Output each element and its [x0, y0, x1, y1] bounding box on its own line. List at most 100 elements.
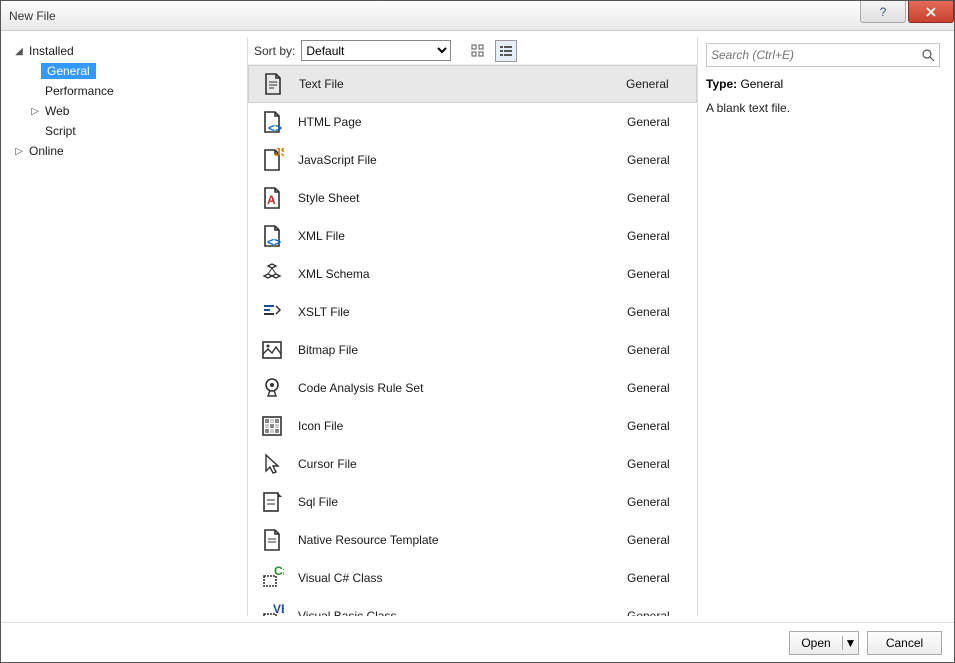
grid-view-icon: [471, 44, 485, 58]
category-tree[interactable]: ◢ Installed GeneralPerformance▷WebScript…: [7, 37, 247, 616]
template-row[interactable]: VBVisual Basic ClassGeneral: [248, 597, 697, 616]
svg-text:JS: JS: [274, 148, 284, 159]
text-file-icon: [259, 70, 287, 98]
template-category: General: [627, 305, 697, 319]
titlebar-buttons: ?: [860, 1, 954, 30]
view-medium-icons-button[interactable]: [467, 40, 489, 62]
svg-text:VB: VB: [273, 604, 284, 616]
search-input[interactable]: [711, 48, 921, 62]
template-name: Sql File: [298, 495, 627, 509]
template-row[interactable]: Cursor FileGeneral: [248, 445, 697, 483]
template-category: General: [627, 533, 697, 547]
cursor-file-icon: [258, 450, 286, 478]
visual-csharp-class-icon: C#: [258, 564, 286, 592]
open-button[interactable]: Open ▼: [789, 631, 859, 655]
template-name: XSLT File: [298, 305, 627, 319]
template-row[interactable]: Native Resource TemplateGeneral: [248, 521, 697, 559]
template-name: Style Sheet: [298, 191, 627, 205]
tree-label: Web: [41, 103, 73, 119]
expand-icon: ▷: [29, 106, 41, 117]
template-category: General: [627, 153, 697, 167]
template-name: Visual Basic Class: [298, 609, 627, 616]
xml-schema-icon: [258, 260, 286, 288]
template-name: Bitmap File: [298, 343, 627, 357]
tree-item-installed[interactable]: ◢ Installed: [11, 41, 240, 61]
template-row[interactable]: A Style SheetGeneral: [248, 179, 697, 217]
open-button-dropdown[interactable]: ▼: [842, 636, 858, 650]
style-sheet-icon: A: [258, 184, 286, 212]
native-resource-template-icon: [258, 526, 286, 554]
javascript-file-icon: JS: [258, 146, 286, 174]
tree-item-online[interactable]: ▷ Online: [11, 141, 240, 161]
template-row[interactable]: Code Analysis Rule SetGeneral: [248, 369, 697, 407]
dialog-footer: Open ▼ Cancel: [1, 622, 954, 662]
help-icon: ?: [877, 6, 889, 18]
sort-by-select[interactable]: Default: [301, 40, 451, 61]
svg-text:<>: <>: [267, 235, 281, 248]
search-box[interactable]: [706, 43, 940, 67]
detail-type: Type: General: [706, 77, 940, 91]
svg-text:<>: <>: [268, 121, 282, 134]
template-category: General: [627, 495, 697, 509]
template-row[interactable]: <> XML FileGeneral: [248, 217, 697, 255]
search-icon[interactable]: [921, 48, 935, 62]
close-icon: [925, 6, 937, 18]
template-row[interactable]: Sql FileGeneral: [248, 483, 697, 521]
template-category: General: [627, 229, 697, 243]
template-row[interactable]: JS JavaScript FileGeneral: [248, 141, 697, 179]
html-page-icon: <>: [258, 108, 286, 136]
template-pane: Sort by: Default Text FileGeneral<>HTML …: [247, 37, 698, 616]
template-category: General: [627, 571, 697, 585]
svg-text:?: ?: [880, 6, 887, 18]
expand-icon: ▷: [13, 146, 25, 157]
template-name: HTML Page: [298, 115, 627, 129]
icon-file-icon: [258, 412, 286, 440]
bitmap-file-icon: [258, 336, 286, 364]
sql-file-icon: [258, 488, 286, 516]
template-category: General: [627, 191, 697, 205]
tree-label: General: [41, 63, 96, 79]
tree-item-web[interactable]: ▷Web: [11, 101, 240, 121]
tree-item-general[interactable]: General: [11, 61, 240, 81]
xml-file-icon: <>: [258, 222, 286, 250]
svg-text:A: A: [267, 193, 276, 207]
template-category: General: [627, 381, 697, 395]
tree-label-online: Online: [25, 143, 68, 159]
visual-basic-class-icon: VB: [258, 602, 286, 616]
template-row[interactable]: <> HTML PageGeneral: [248, 103, 697, 141]
tree-label: Script: [41, 123, 80, 139]
template-name: Code Analysis Rule Set: [298, 381, 627, 395]
tree-item-performance[interactable]: Performance: [11, 81, 240, 101]
template-list[interactable]: Text FileGeneral<>HTML PageGeneralJSJava…: [248, 65, 697, 616]
details-pane: Type: General A blank text file.: [698, 37, 948, 616]
help-button[interactable]: ?: [860, 1, 906, 23]
dialog-body: ◢ Installed GeneralPerformance▷WebScript…: [1, 31, 954, 622]
cancel-button[interactable]: Cancel: [867, 631, 942, 655]
tree-label: Performance: [41, 83, 118, 99]
tree-item-script[interactable]: Script: [11, 121, 240, 141]
tree-label-installed: Installed: [25, 43, 78, 59]
template-row[interactable]: Icon FileGeneral: [248, 407, 697, 445]
view-small-icons-button[interactable]: [495, 40, 517, 62]
close-button[interactable]: [908, 1, 954, 23]
xslt-file-icon: [258, 298, 286, 326]
template-name: JavaScript File: [298, 153, 627, 167]
template-row[interactable]: Bitmap FileGeneral: [248, 331, 697, 369]
list-view-icon: [499, 44, 513, 58]
open-button-label: Open: [790, 636, 842, 650]
template-name: Icon File: [298, 419, 627, 433]
template-row[interactable]: Text FileGeneral: [248, 65, 697, 103]
template-row[interactable]: XML SchemaGeneral: [248, 255, 697, 293]
chevron-down-icon: ▼: [845, 636, 857, 650]
detail-type-label: Type:: [706, 77, 737, 91]
template-row[interactable]: C# Visual C# ClassGeneral: [248, 559, 697, 597]
svg-text:C#: C#: [274, 566, 284, 578]
template-category: General: [627, 115, 697, 129]
template-row[interactable]: XSLT FileGeneral: [248, 293, 697, 331]
cancel-button-label: Cancel: [886, 636, 923, 650]
template-category: General: [627, 267, 697, 281]
template-category: General: [627, 419, 697, 433]
template-name: Visual C# Class: [298, 571, 627, 585]
template-name: XML File: [298, 229, 627, 243]
template-name: Cursor File: [298, 457, 627, 471]
